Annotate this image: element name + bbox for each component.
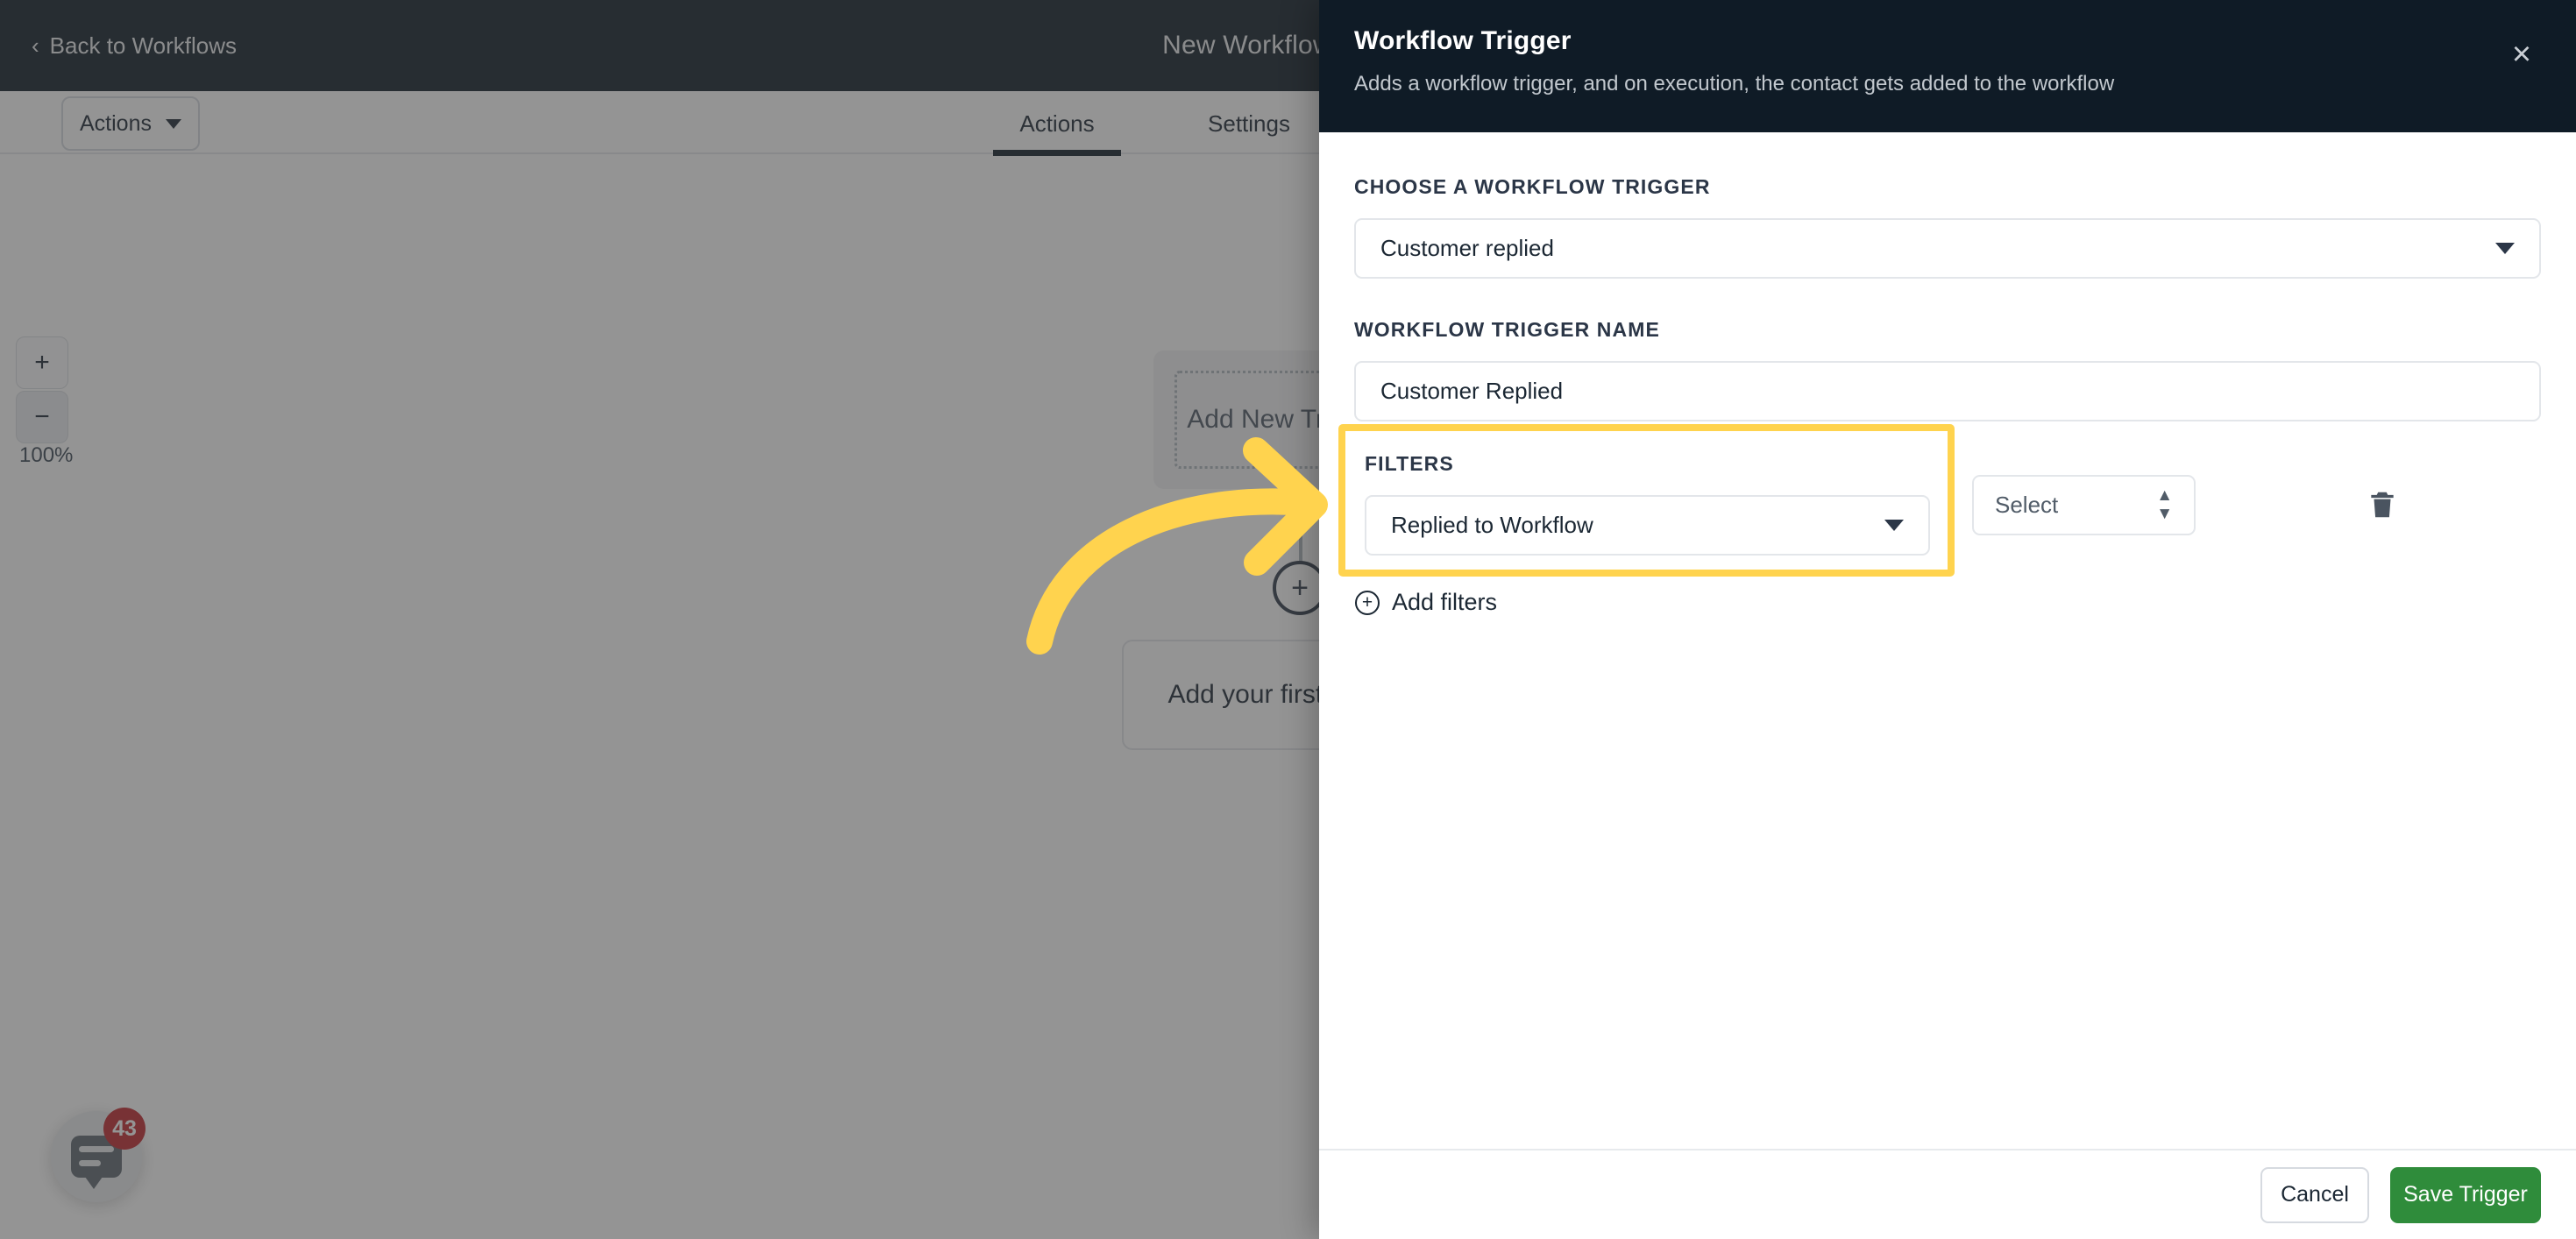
add-filters-label: Add filters [1392,589,1498,615]
panel-subtitle: Adds a workflow trigger, and on executio… [1354,72,2115,96]
screen-root: ‹ Back to Workflows New Workflow : 1687 … [0,0,2576,1239]
trash-icon[interactable] [2362,485,2402,525]
filter-field-select[interactable]: Replied to Workflow [1365,495,1930,556]
panel-footer: Cancel Save Trigger [1319,1149,2576,1239]
panel-header: Workflow Trigger Adds a workflow trigger… [1319,0,2576,132]
filter-value-placeholder: Select [1995,491,2059,518]
plus-circle-icon: + [1355,590,1380,615]
filter-value-select[interactable]: Select ▲ ▼ [1972,474,2196,535]
cancel-button-label: Cancel [2281,1182,2349,1207]
close-icon[interactable]: × [2502,35,2541,74]
trigger-name-label: WORKFLOW TRIGGER NAME [1354,318,1660,341]
trigger-name-value: Customer Replied [1380,378,1564,404]
filters-label: FILTERS [1365,452,1454,475]
filters-section-highlight: FILTERS Replied to Workflow [1338,424,1955,577]
choose-trigger-value: Customer replied [1380,235,1554,261]
save-trigger-button-label: Save Trigger [2403,1182,2528,1207]
trigger-name-input[interactable]: Customer Replied [1354,361,2541,421]
panel-body: CHOOSE A WORKFLOW TRIGGER Customer repli… [1319,132,2576,1149]
save-trigger-button[interactable]: Save Trigger [2390,1166,2541,1223]
add-filters-button[interactable]: + Add filters [1355,589,1497,616]
chevron-down-icon [2495,243,2515,254]
modal-backdrop-overlay[interactable] [0,0,1319,1239]
cancel-button[interactable]: Cancel [2260,1166,2369,1223]
chevron-up-down-icon: ▲ ▼ [2156,485,2173,523]
chevron-down-icon [1884,520,1904,531]
workflow-trigger-panel: Workflow Trigger Adds a workflow trigger… [1319,0,2576,1239]
choose-trigger-label: CHOOSE A WORKFLOW TRIGGER [1354,175,1711,198]
panel-title: Workflow Trigger [1354,26,1572,55]
choose-trigger-select[interactable]: Customer replied [1354,218,2541,279]
filter-field-value: Replied to Workflow [1391,512,1593,538]
